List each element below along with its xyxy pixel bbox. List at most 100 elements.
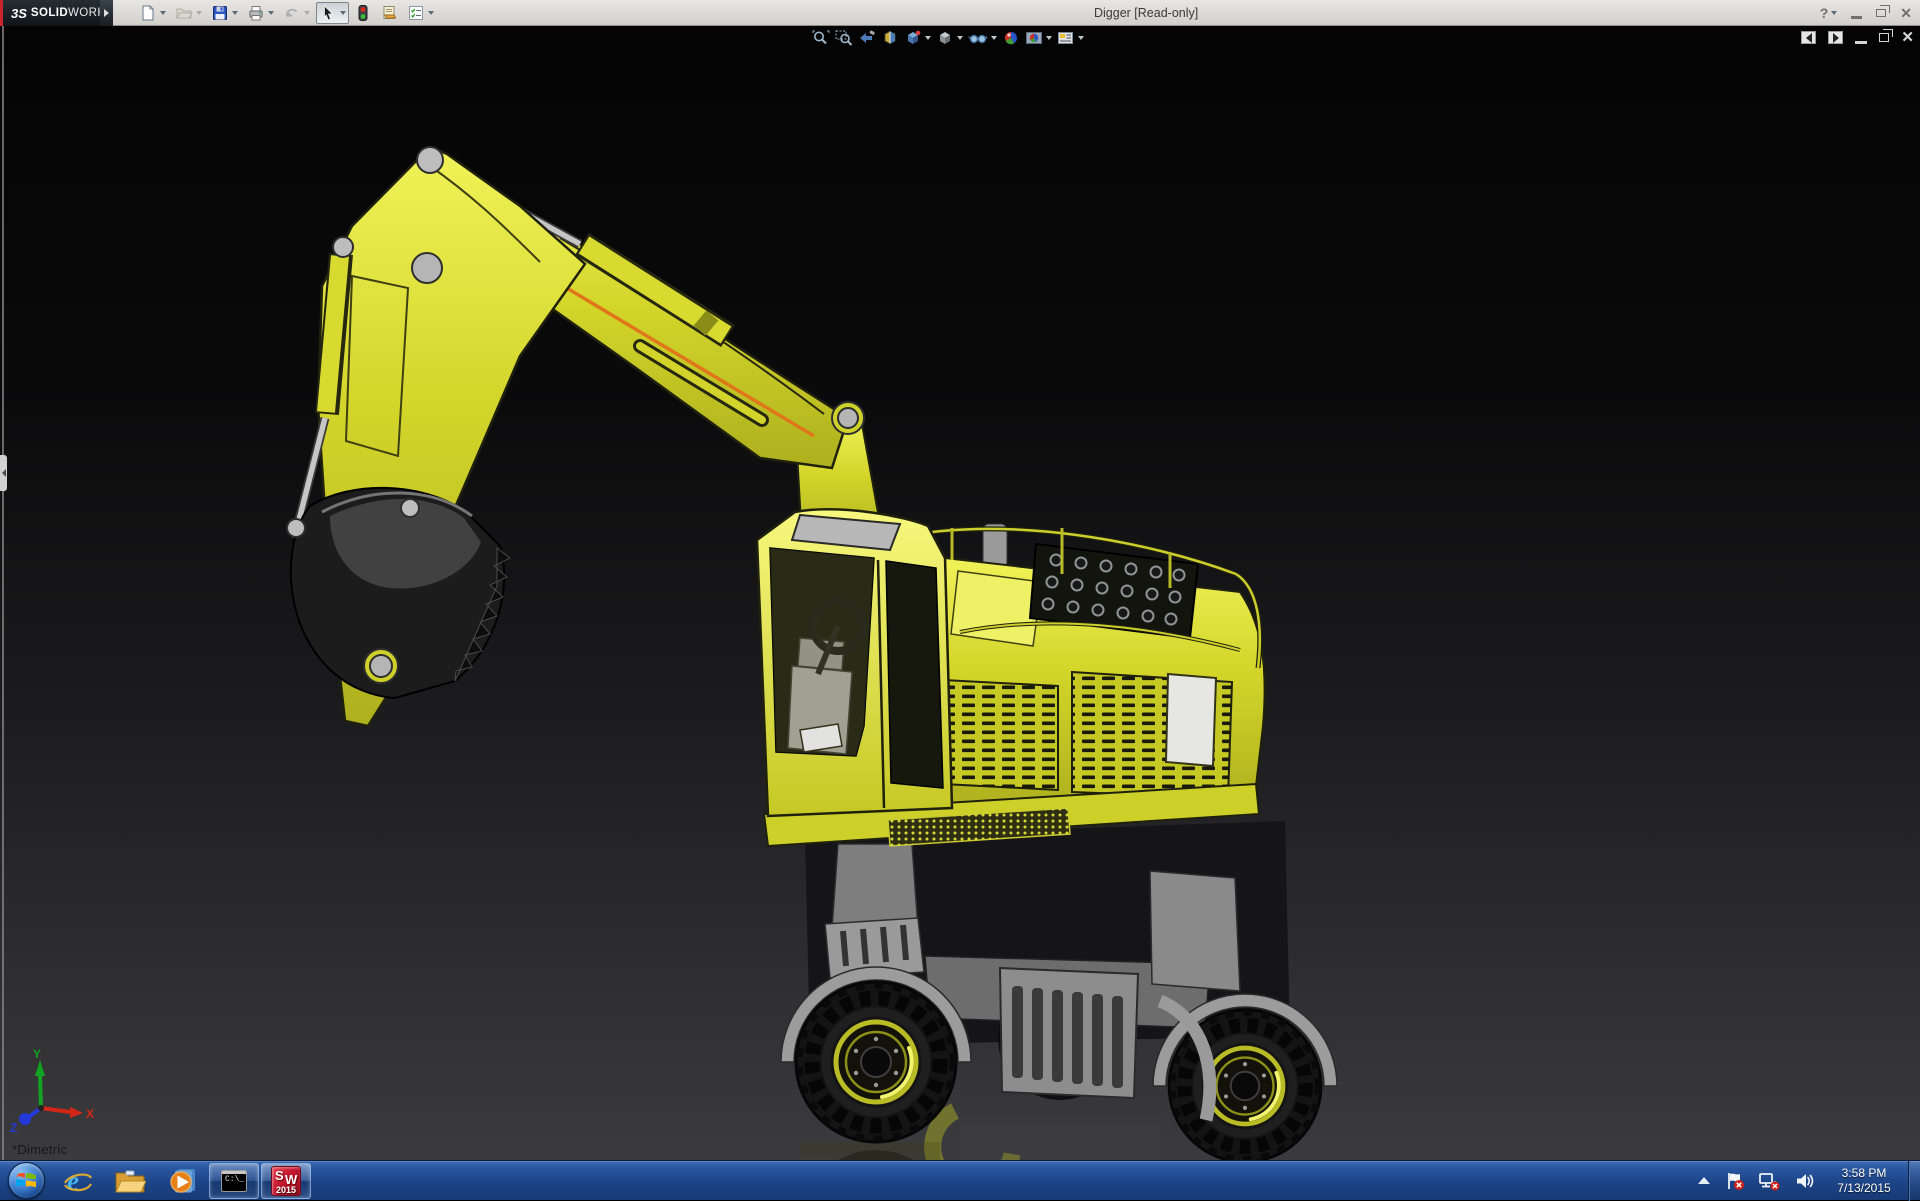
graphics-viewport[interactable]: Y X Z ✕ *Dimetric	[0, 26, 1920, 1160]
undo-button[interactable]	[280, 2, 313, 24]
help-button[interactable]: ?	[1820, 5, 1838, 21]
view-settings-button[interactable]	[1056, 28, 1085, 48]
dropdown-caret[interactable]	[428, 11, 434, 15]
windows-orb-icon	[7, 1162, 45, 1199]
solidworks-2015-icon: S W 2015	[271, 1165, 301, 1196]
chevron-right-icon	[104, 9, 109, 17]
options-button[interactable]	[404, 2, 437, 24]
view-orientation-button[interactable]	[903, 28, 932, 48]
rear-side-window	[1164, 672, 1218, 768]
select-button[interactable]	[316, 2, 349, 24]
clock-date: 7/13/2015	[1837, 1180, 1891, 1195]
document-title: Digger [Read-only]	[1094, 6, 1199, 20]
taskbar-item-solidworks[interactable]: S W 2015	[261, 1162, 311, 1199]
dropdown-caret[interactable]	[340, 11, 346, 15]
chevron-left-icon	[1, 469, 6, 477]
internet-explorer-icon: e	[64, 1166, 92, 1196]
ds-logo-icon: 3S	[11, 5, 27, 21]
window-controls: ? ✕	[1820, 0, 1912, 26]
rebuild-button[interactable]	[352, 2, 374, 24]
side-window	[885, 560, 944, 789]
taskbar-item-command-prompt[interactable]: C:\_	[209, 1162, 259, 1199]
zoom-to-fit-button[interactable]	[811, 28, 831, 48]
speaker-icon	[1797, 1173, 1814, 1188]
system-tray: 3:58 PM 7/13/2015	[1690, 1160, 1920, 1201]
triangle-right-icon	[1832, 32, 1839, 43]
network-status-icon[interactable]	[1759, 1171, 1781, 1191]
triad-z-label: Z	[10, 1121, 17, 1135]
dropdown-caret[interactable]	[957, 36, 963, 40]
volume-icon[interactable]	[1795, 1172, 1815, 1190]
zoom-to-area-button[interactable]	[834, 28, 854, 48]
collapse-pane-left-button[interactable]	[1801, 31, 1817, 44]
bucket[interactable]	[289, 486, 511, 700]
folder-icon	[115, 1170, 146, 1192]
action-center-icon[interactable]	[1725, 1171, 1745, 1191]
dropdown-caret[interactable]	[1078, 36, 1084, 40]
open-folder-icon	[176, 8, 193, 19]
apply-scene-button[interactable]	[1024, 28, 1053, 48]
section-view-button[interactable]	[880, 28, 900, 48]
save-floppy-icon	[213, 6, 227, 20]
windows-flag-icon	[16, 1172, 36, 1187]
show-hidden-icons-button[interactable]	[1697, 1176, 1711, 1186]
previous-view-button[interactable]	[857, 28, 877, 48]
new-button[interactable]	[136, 2, 169, 24]
doc-close-button[interactable]: ✕	[1901, 30, 1914, 45]
dropdown-caret[interactable]	[232, 11, 238, 15]
digger-3d-model[interactable]: Y X Z	[0, 26, 1920, 1160]
doc-minimize-button[interactable]	[1855, 40, 1868, 44]
solidworks-logo: 3S SOLID WORKS	[0, 0, 113, 26]
command-prompt-icon: C:\_	[221, 1169, 247, 1192]
cab[interactable]	[755, 508, 954, 818]
taskbar-item-windows-explorer[interactable]	[104, 1161, 156, 1201]
dropdown-caret[interactable]	[304, 11, 310, 15]
dropdown-caret[interactable]	[1046, 36, 1052, 40]
view-settings-icon	[1058, 32, 1073, 44]
up-arrow-icon	[1698, 1176, 1710, 1184]
printer-icon	[249, 6, 263, 21]
feature-tree-splitter[interactable]	[2, 26, 4, 1160]
front-left-wheel[interactable]	[796, 982, 956, 1142]
open-button[interactable]	[172, 2, 205, 24]
dropdown-caret[interactable]	[196, 11, 202, 15]
eyeglasses-icon	[968, 34, 988, 44]
zoom-area-icon	[835, 30, 853, 46]
taskbar-item-internet-explorer[interactable]: e	[52, 1161, 104, 1201]
reference-triad: Y X Z	[10, 1047, 94, 1135]
previous-view-icon	[860, 30, 875, 43]
close-button[interactable]: ✕	[1900, 6, 1912, 20]
dropdown-caret[interactable]	[1831, 11, 1838, 15]
help-icon: ?	[1819, 5, 1829, 21]
appearance-ball-icon	[1004, 31, 1017, 45]
dropdown-caret[interactable]	[268, 11, 274, 15]
display-style-icon	[940, 32, 950, 44]
media-player-icon	[170, 1168, 195, 1193]
clock-time: 3:58 PM	[1841, 1165, 1887, 1180]
feature-tree-collapse-tab[interactable]	[0, 455, 7, 491]
menu-expand-button[interactable]	[100, 0, 113, 26]
display-style-button[interactable]	[935, 28, 964, 48]
minimize-button[interactable]	[1851, 15, 1863, 19]
expand-pane-right-button[interactable]	[1828, 31, 1844, 44]
view-orientation-icon	[908, 30, 921, 44]
main-toolbar	[136, 1, 437, 25]
cab-interior	[770, 548, 874, 756]
dropdown-caret[interactable]	[160, 11, 166, 15]
doc-restore-button[interactable]	[1879, 29, 1894, 42]
print-button[interactable]	[244, 2, 277, 24]
hide-show-items-button[interactable]	[967, 28, 998, 48]
dropdown-caret[interactable]	[925, 36, 931, 40]
file-properties-icon	[383, 6, 397, 19]
zoom-fit-icon	[812, 30, 830, 45]
taskbar-item-media-player[interactable]	[156, 1161, 208, 1201]
show-desktop-button[interactable]	[1908, 1160, 1920, 1201]
heads-up-view-toolbar	[811, 28, 1085, 48]
start-button[interactable]	[0, 1161, 52, 1201]
taskbar-clock[interactable]: 3:58 PM 7/13/2015	[1828, 1166, 1900, 1196]
edit-appearance-button[interactable]	[1001, 28, 1021, 48]
file-properties-button[interactable]	[377, 2, 401, 24]
dropdown-caret[interactable]	[991, 36, 997, 40]
restore-button[interactable]	[1876, 5, 1891, 17]
save-button[interactable]	[208, 2, 241, 24]
